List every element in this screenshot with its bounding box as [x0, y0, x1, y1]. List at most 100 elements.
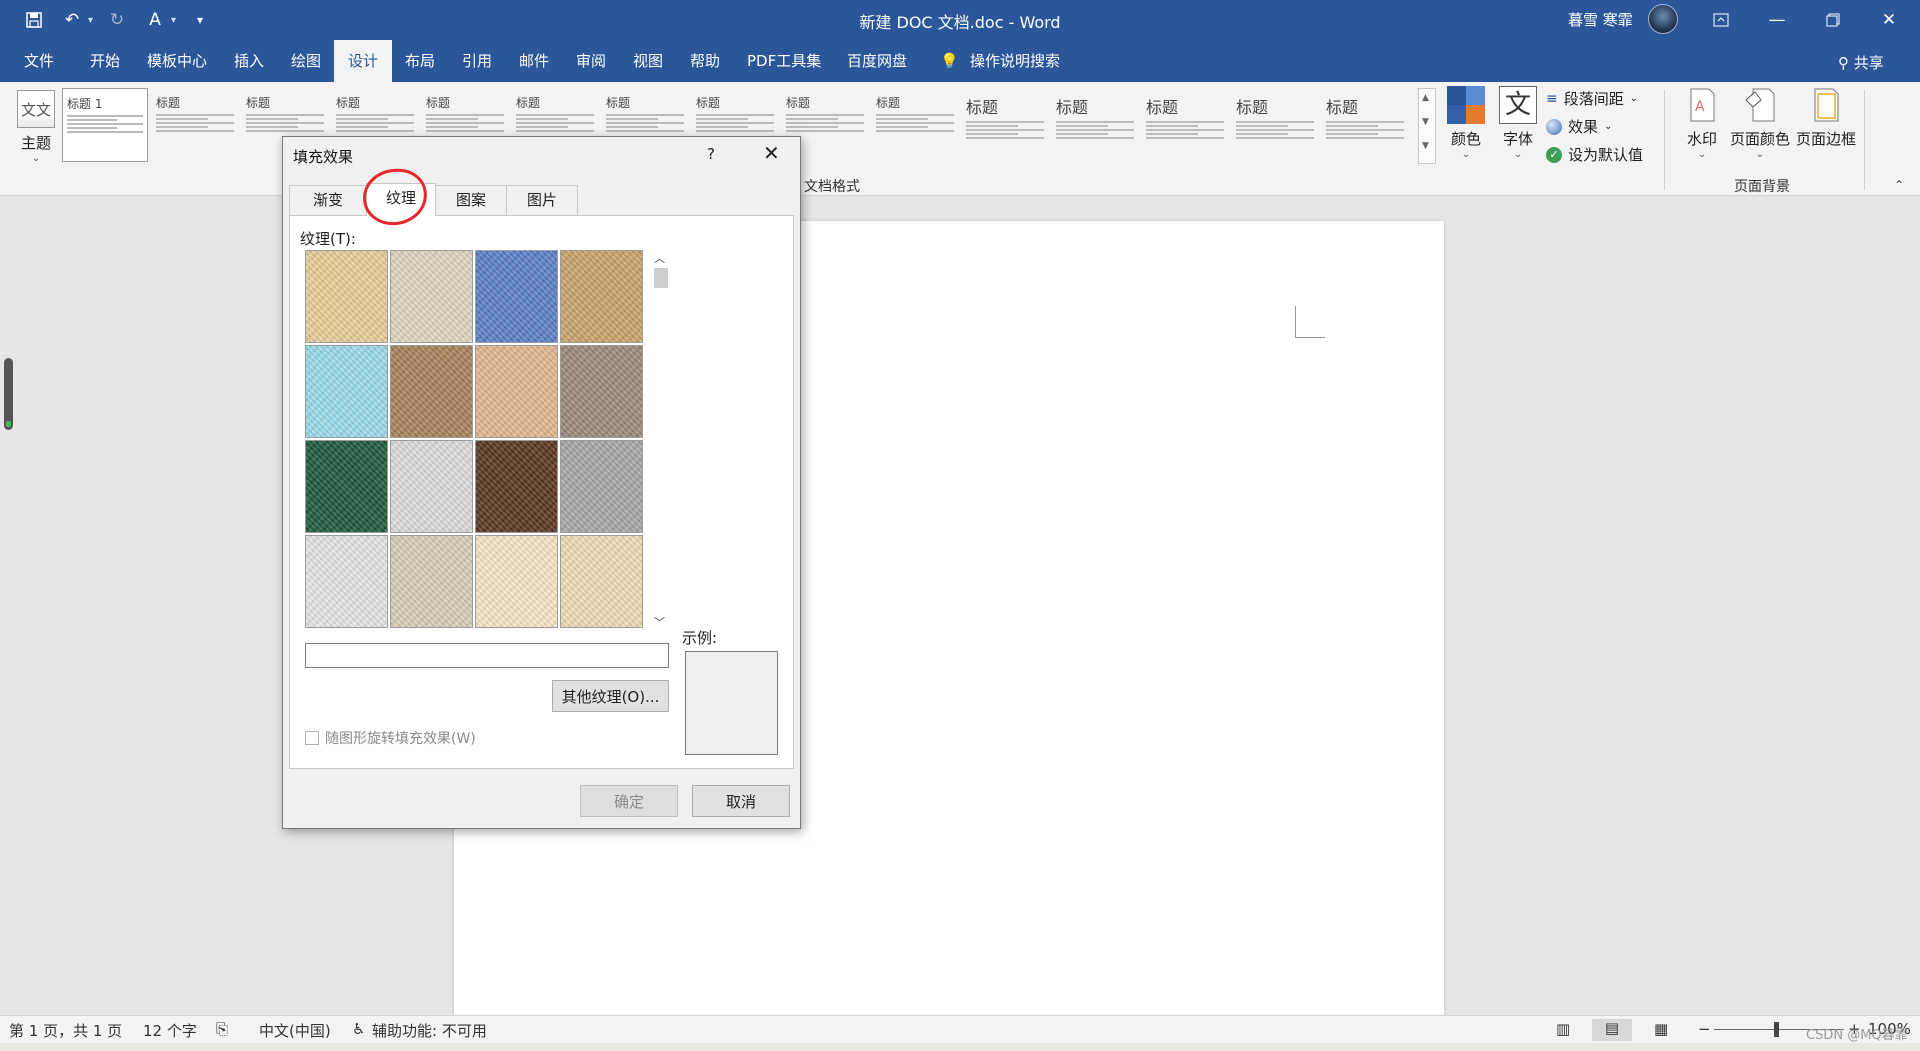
texture-swatch-recycled-paper[interactable]: [390, 535, 473, 628]
texture-swatch-woven-mat[interactable]: [560, 250, 643, 343]
texture-swatch-denim[interactable]: [475, 250, 558, 343]
ok-button[interactable]: 确定: [580, 785, 678, 817]
scroll-thumb[interactable]: [654, 268, 668, 288]
texture-swatch-fish-fossil[interactable]: [475, 345, 558, 438]
tab-11[interactable]: 帮助: [688, 40, 722, 82]
paragraph-spacing-button[interactable]: ≡ 段落间距 ⌄: [1546, 88, 1638, 109]
close-window-icon[interactable]: ✕: [1866, 0, 1912, 40]
texture-swatch-papyrus[interactable]: [305, 250, 388, 343]
tab-gradient[interactable]: 渐变: [289, 185, 367, 215]
set-default-button[interactable]: ✓ 设为默认值: [1546, 144, 1643, 165]
tab-9[interactable]: 审阅: [574, 40, 608, 82]
accessibility-status[interactable]: 辅助功能: 不可用: [372, 1020, 487, 1041]
texture-swatch-parchment[interactable]: [475, 535, 558, 628]
texture-swatch-sand[interactable]: [560, 345, 643, 438]
page-border-button[interactable]: 页面边框: [1794, 86, 1858, 149]
cancel-button[interactable]: 取消: [692, 785, 790, 817]
scroll-down-icon[interactable]: ﹀: [654, 614, 665, 630]
texture-swatch-canvas[interactable]: [390, 250, 473, 343]
style-heading: 标题: [516, 96, 541, 110]
restore-icon[interactable]: [1810, 0, 1856, 40]
tab-12[interactable]: PDF工具集: [745, 40, 823, 82]
texture-scrollbar[interactable]: ︿ ﹀: [652, 250, 669, 632]
tab-3[interactable]: 插入: [232, 40, 266, 82]
texture-swatch-newsprint[interactable]: [305, 535, 388, 628]
collapse-ribbon-icon[interactable]: ⌃: [1894, 178, 1904, 192]
proofing-icon[interactable]: ⎘: [216, 1020, 228, 1038]
help-button[interactable]: ?: [707, 145, 715, 163]
tab-6[interactable]: 布局: [403, 40, 437, 82]
texture-swatch-stationery[interactable]: [560, 535, 643, 628]
style-set-item[interactable]: 标题 1: [62, 88, 148, 162]
gallery-up-icon[interactable]: ▲: [1422, 93, 1429, 103]
texture-swatch-brown-marble[interactable]: [475, 440, 558, 533]
close-icon[interactable]: ✕: [763, 141, 780, 165]
tab-1[interactable]: 开始: [88, 40, 122, 82]
save-icon[interactable]: [20, 6, 48, 34]
rotate-with-shape-option[interactable]: 随图形旋转填充效果(W): [305, 728, 476, 748]
gallery-more-icon[interactable]: ▼: [1422, 141, 1429, 151]
tab-pattern[interactable]: 图案: [435, 185, 507, 215]
texture-swatch-paper-bag[interactable]: [390, 345, 473, 438]
gallery-scrollbar[interactable]: ▲ ▼ ▼: [1418, 88, 1436, 164]
left-scroll-handle[interactable]: [4, 358, 13, 430]
word-count[interactable]: 12 个字: [143, 1020, 197, 1041]
texture-swatch-granite[interactable]: [560, 440, 643, 533]
ribbon-display-icon[interactable]: [1698, 0, 1744, 40]
undo-icon[interactable]: ↶: [58, 6, 86, 34]
style-preview-line: [156, 118, 208, 120]
gallery-down-icon[interactable]: ▼: [1422, 117, 1429, 127]
style-heading: 标题: [1326, 98, 1359, 117]
tab-4[interactable]: 绘图: [289, 40, 323, 82]
style-set-item[interactable]: 标题: [1232, 88, 1318, 162]
style-set-item[interactable]: 标题: [962, 88, 1048, 162]
print-layout-icon[interactable]: ▤: [1592, 1019, 1632, 1041]
zoom-out-icon[interactable]: −: [1698, 1020, 1711, 1038]
paragraph-spacing-icon: ≡: [1546, 90, 1558, 107]
watermark-button[interactable]: A 水印 ⌄: [1680, 86, 1724, 160]
style-heading: 标题: [876, 96, 901, 110]
texture-swatch-green-marble[interactable]: [305, 440, 388, 533]
tab-14[interactable]: 操作说明搜索: [968, 40, 1062, 82]
redo-icon[interactable]: ↻: [103, 6, 131, 34]
tab-10[interactable]: 视图: [631, 40, 665, 82]
texture-swatch-water-droplets[interactable]: [305, 345, 388, 438]
page-color-button[interactable]: 页面颜色 ⌄: [1728, 86, 1792, 160]
tab-13[interactable]: 百度网盘: [845, 40, 909, 82]
effects-button[interactable]: 效果 ⌄: [1546, 116, 1612, 137]
share-button[interactable]: ⚲ 共享: [1838, 52, 1884, 73]
customize-icon[interactable]: ▾: [186, 6, 214, 34]
style-set-item[interactable]: 标题: [1322, 88, 1408, 162]
page-info[interactable]: 第 1 页，共 1 页: [9, 1020, 122, 1041]
spelling-dropdown-icon[interactable]: ▾: [171, 15, 176, 26]
tab-0[interactable]: 文件: [22, 40, 56, 82]
texture-name-field[interactable]: [305, 643, 669, 668]
scroll-up-icon[interactable]: ︿: [654, 250, 665, 266]
style-set-item[interactable]: 标题: [152, 88, 238, 162]
texture-swatch-white-marble[interactable]: [390, 440, 473, 533]
spelling-icon[interactable]: A: [141, 6, 169, 34]
undo-dropdown-icon[interactable]: ▾: [88, 15, 93, 26]
zoom-slider-thumb[interactable]: [1774, 1022, 1779, 1037]
colors-button[interactable]: 颜色 ⌄: [1444, 86, 1488, 160]
rotate-checkbox[interactable]: [305, 731, 319, 745]
user-name[interactable]: 暮雪 寒霏: [1568, 9, 1633, 30]
theme-button[interactable]: 文文 主题 ⌄: [14, 90, 58, 164]
tab-texture[interactable]: 纹理: [366, 183, 436, 216]
fonts-button[interactable]: 文 字体 ⌄: [1496, 86, 1540, 160]
web-layout-icon[interactable]: ▦: [1654, 1020, 1668, 1038]
tab-7[interactable]: 引用: [460, 40, 494, 82]
style-set-item[interactable]: 标题: [1142, 88, 1228, 162]
tab-2[interactable]: 模板中心: [145, 40, 209, 82]
language[interactable]: 中文(中国): [259, 1020, 331, 1041]
more-textures-button[interactable]: 其他纹理(O)...: [552, 680, 669, 712]
style-set-item[interactable]: 标题: [872, 88, 958, 162]
minimize-icon[interactable]: —: [1754, 0, 1800, 40]
read-mode-icon[interactable]: ▥: [1556, 1020, 1570, 1038]
tab-5[interactable]: 设计: [334, 40, 393, 82]
avatar[interactable]: [1648, 4, 1678, 34]
style-set-item[interactable]: 标题: [1052, 88, 1138, 162]
tab-8[interactable]: 邮件: [517, 40, 551, 82]
style-preview-line: [786, 114, 864, 116]
tab-picture[interactable]: 图片: [506, 185, 578, 215]
